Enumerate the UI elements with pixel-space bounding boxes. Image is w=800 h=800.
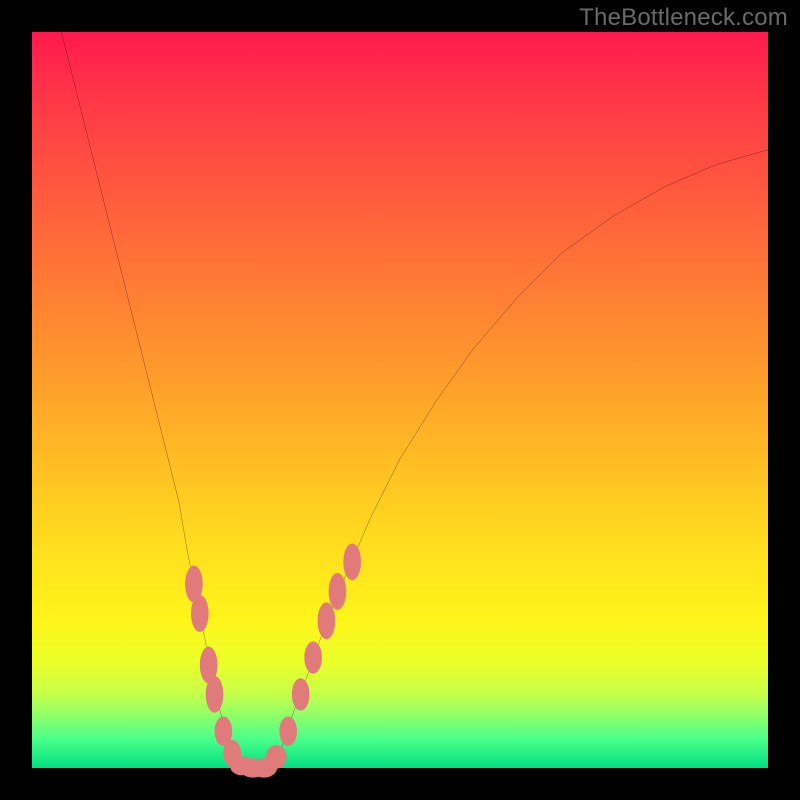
curve-marker [292,678,310,710]
chart-frame: TheBottleneck.com [0,0,800,800]
curve-marker [206,676,224,713]
curve-marker [329,573,347,610]
curve-marker [318,602,336,639]
marker-group [185,544,361,778]
curve-marker [279,716,297,745]
curve-marker [304,641,322,673]
plot-area [32,32,768,768]
bottleneck-curve-path [61,32,768,768]
curve-svg [32,32,768,768]
curve-marker [191,595,209,632]
watermark-text: TheBottleneck.com [579,4,788,32]
curve-marker [266,745,287,769]
curve-marker [343,544,361,581]
